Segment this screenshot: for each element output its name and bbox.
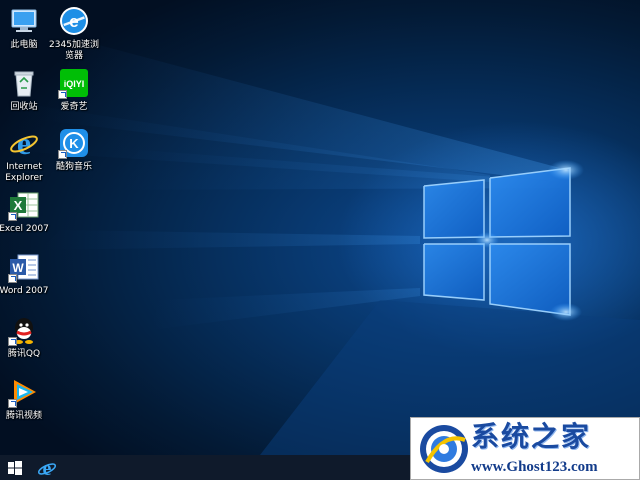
word-icon: W: [8, 251, 40, 283]
desktop-background: 此电脑 e 2345加速浏 览器 回收站: [0, 0, 640, 455]
xitongzhijia-logo-icon: [420, 425, 468, 473]
recycle-bin-icon: [8, 67, 40, 99]
internet-explorer-icon: e: [37, 458, 57, 480]
desktop-icon-label: 2345加速浏: [49, 40, 99, 50]
this-pc-icon: [8, 5, 40, 37]
qq-icon: [8, 314, 40, 346]
desktop-icon-internet-explorer[interactable]: e Internet Explorer: [0, 125, 52, 183]
desktop-icon-2345-browser[interactable]: e 2345加速浏 览器: [46, 3, 102, 61]
desktop-icon-kugou-music[interactable]: K 酷狗音乐: [46, 125, 102, 183]
start-button[interactable]: [6, 459, 24, 477]
watermark-banner: 系统之家 www.Ghost123.com: [410, 417, 640, 480]
internet-explorer-icon: e: [8, 125, 40, 161]
kugou-logo-text: K: [69, 136, 79, 151]
desktop-icon-label: 回收站: [10, 102, 38, 112]
desktop-icon-label-line2: Explorer: [5, 173, 43, 183]
desktop-icon-tencent-qq[interactable]: 腾讯QQ: [0, 312, 52, 370]
desktop-icon-iqiyi[interactable]: iQIYI 爱奇艺: [46, 65, 102, 123]
shortcut-arrow-icon: [8, 399, 17, 408]
watermark-title: 系统之家: [471, 420, 592, 453]
svg-text:e: e: [43, 458, 52, 478]
2345-browser-icon: e: [58, 5, 90, 37]
svg-text:e: e: [17, 127, 31, 159]
desktop-icon-recycle-bin[interactable]: 回收站: [0, 65, 52, 123]
desktop-icon-label: 爱奇艺: [60, 102, 88, 112]
svg-text:X: X: [14, 198, 23, 213]
desktop-icon-label: 腾讯QQ: [7, 349, 41, 359]
iqiyi-icon: iQIYI: [58, 67, 90, 99]
desktop-icon-tencent-video[interactable]: 腾讯视频: [0, 374, 52, 432]
desktop-icon-label: Internet: [6, 162, 42, 172]
desktop-icon-word-2007[interactable]: W Word 2007: [0, 249, 52, 307]
shortcut-arrow-icon: [8, 274, 17, 283]
kugou-music-icon: K: [58, 127, 90, 159]
desktop-icon-label: 此电脑: [10, 40, 38, 50]
desktop-icon-this-pc[interactable]: 此电脑: [0, 3, 52, 61]
tencent-video-icon: [8, 376, 40, 408]
desktop-icon-label: 酷狗音乐: [55, 162, 92, 172]
desktop-icon-label: 腾讯视频: [5, 411, 42, 421]
desktop-icon-label: Excel 2007: [0, 224, 49, 234]
desktop-icon-label: Word 2007: [0, 286, 49, 296]
windows-start-icon: [8, 461, 22, 475]
shortcut-arrow-icon: [58, 150, 67, 159]
shortcut-arrow-icon: [58, 90, 67, 99]
desktop-icon-label-line2: 览器: [64, 51, 83, 61]
svg-text:W: W: [12, 261, 24, 275]
shortcut-arrow-icon: [8, 337, 17, 346]
desktop-icon-excel-2007[interactable]: X Excel 2007: [0, 187, 52, 245]
shortcut-arrow-icon: [8, 212, 17, 221]
taskbar-internet-explorer-button[interactable]: e: [36, 458, 58, 480]
excel-icon: X: [8, 189, 40, 221]
watermark-url: www.Ghost123.com: [471, 459, 598, 475]
iqiyi-logo-text: iQIYI: [64, 79, 85, 89]
